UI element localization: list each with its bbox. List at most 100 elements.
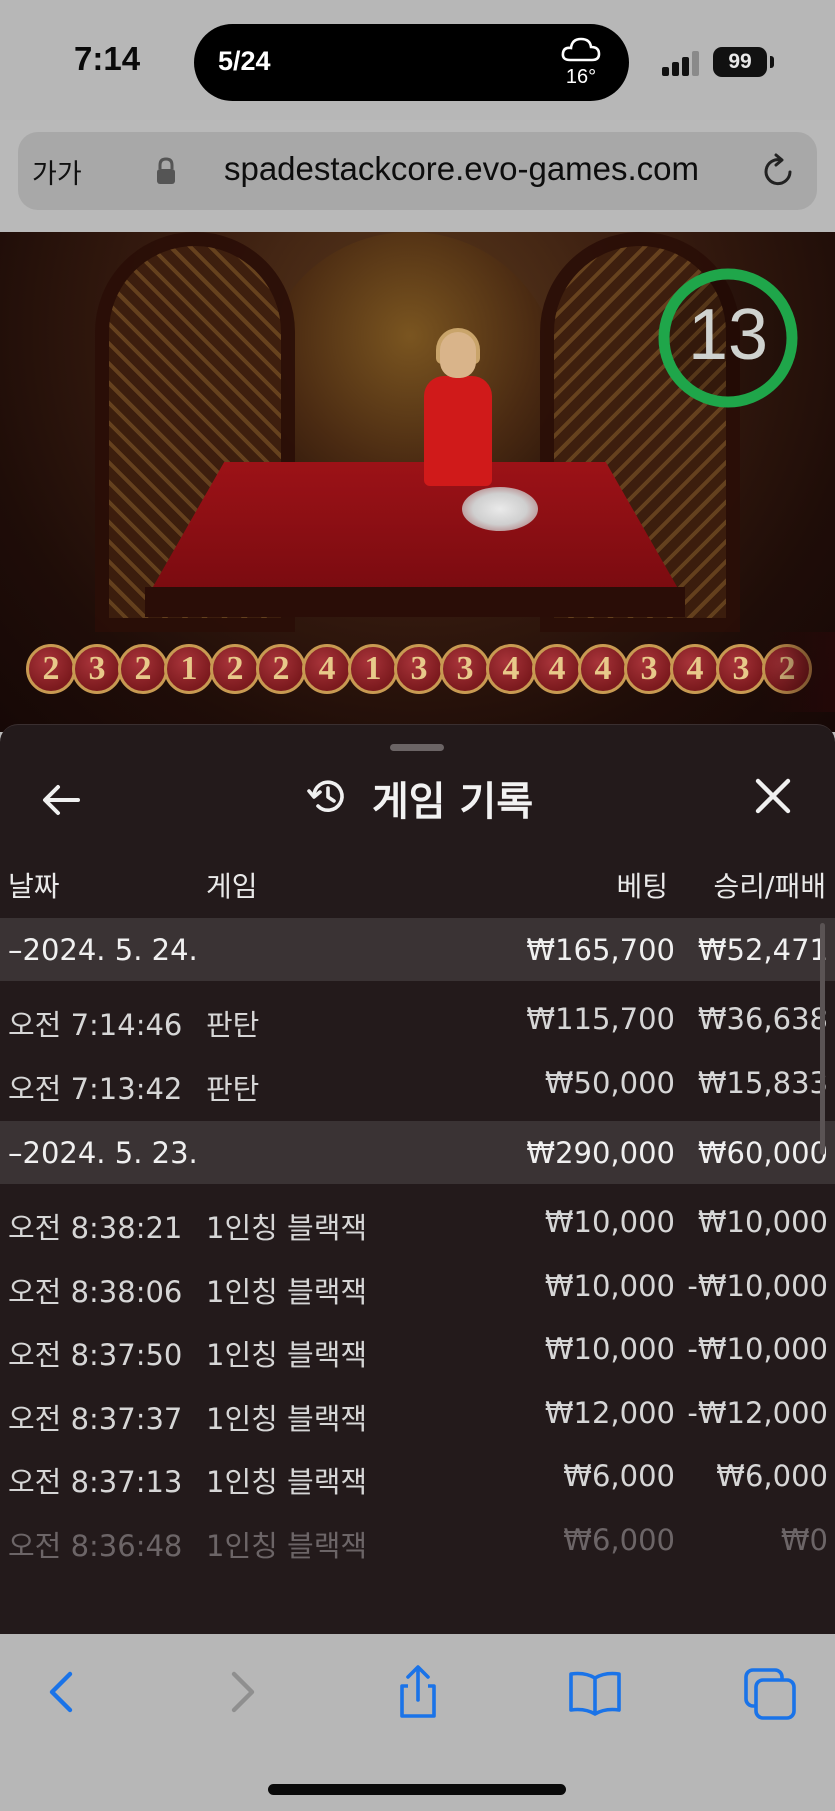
road-result-ball: 4 — [302, 644, 352, 694]
row-time: 오전 8:37:37 — [8, 1402, 183, 1436]
gaming-table-edge — [145, 587, 685, 617]
date-group-row[interactable]: –2024. 5. 24. ₩165,700 ₩52,471 — [0, 918, 835, 981]
road-result-ball: 4 — [486, 644, 536, 694]
battery-icon: 99 — [713, 47, 767, 77]
dealer — [418, 328, 498, 486]
road-result-ball: 2 — [210, 644, 260, 694]
row-bet: ₩12,000 — [544, 1396, 675, 1430]
row-win-loss: ₩0 — [780, 1523, 828, 1557]
history-row[interactable]: 오전 7:14:46 판탄 ₩115,700 ₩36,638 — [0, 987, 835, 1050]
video-back-wall — [260, 232, 560, 492]
history-row[interactable]: 오전 8:38:06 1인칭 블랙잭 ₩10,000 -₩10,000 — [0, 1254, 835, 1317]
row-time: 오전 8:37:13 — [8, 1465, 183, 1499]
group-date: –2024. 5. 23. — [8, 1136, 198, 1170]
row-win-loss: -₩12,000 — [687, 1396, 828, 1430]
history-clock-icon — [307, 780, 344, 812]
battery-nub — [770, 56, 774, 68]
road-result-ball: 4 — [670, 644, 720, 694]
group-win-loss-total: ₩52,471 — [697, 933, 828, 967]
url-text[interactable]: spadestackcore.evo-games.com — [174, 150, 749, 188]
row-bet: ₩50,000 — [544, 1066, 675, 1100]
reader-settings-button[interactable]: 가가 — [32, 152, 82, 191]
bead-bowl — [462, 487, 538, 531]
row-win-loss: ₩10,000 — [697, 1205, 828, 1239]
row-time: 오전 8:37:50 — [8, 1338, 183, 1372]
row-game: 1인칭 블랙잭 — [206, 1465, 368, 1499]
row-bet: ₩115,700 — [526, 1002, 675, 1036]
group-bet-total: ₩165,700 — [526, 933, 675, 967]
column-header-bet: 베팅 — [616, 870, 668, 903]
dynamic-island: 5/24 16° — [194, 24, 629, 101]
row-bet: ₩10,000 — [544, 1332, 675, 1366]
date-group-row[interactable]: –2024. 5. 23. ₩290,000 ₩60,000 — [0, 1121, 835, 1184]
row-time: 오전 8:38:06 — [8, 1275, 183, 1309]
share-icon[interactable] — [390, 1664, 446, 1720]
row-game: 1인칭 블랙잭 — [206, 1211, 368, 1245]
weather-widget: 16° — [559, 34, 603, 92]
road-result-ball: 4 — [532, 644, 582, 694]
column-header-win-loss: 승리/패배 — [713, 870, 826, 903]
tabs-icon[interactable] — [742, 1664, 798, 1720]
forward-chevron-icon[interactable] — [214, 1664, 270, 1720]
road-result-ball: 3 — [394, 644, 444, 694]
home-indicator[interactable] — [268, 1784, 566, 1795]
countdown-timer: 13 — [656, 266, 800, 410]
road-result-ball: 2 — [118, 644, 168, 694]
row-bet: ₩10,000 — [544, 1269, 675, 1303]
timer-value: 13 — [687, 295, 769, 375]
row-bet: ₩10,000 — [544, 1205, 675, 1239]
browser-toolbar — [0, 1634, 835, 1811]
column-header-game: 게임 — [206, 870, 258, 903]
road-result-ball: 2 — [256, 644, 306, 694]
road-result-ball: 3 — [72, 644, 122, 694]
row-game: 1인칭 블랙잭 — [206, 1402, 368, 1436]
row-game: 1인칭 블랙잭 — [206, 1529, 368, 1563]
road-result-ball: 3 — [716, 644, 766, 694]
history-row[interactable]: 오전 8:37:37 1인칭 블랙잭 ₩12,000 -₩12,000 — [0, 1381, 835, 1444]
weather-temp: 16° — [565, 66, 597, 88]
row-time: 오전 7:14:46 — [8, 1008, 183, 1042]
row-time: 오전 8:38:21 — [8, 1211, 183, 1245]
cloud-icon — [561, 37, 601, 62]
road-result-ball: 4 — [578, 644, 628, 694]
history-row[interactable]: 오전 8:36:48 1인칭 블랙잭 ₩6,000 ₩0 — [0, 1508, 835, 1571]
row-game: 1인칭 블랙잭 — [206, 1275, 368, 1309]
bookmarks-icon[interactable] — [567, 1664, 623, 1720]
row-win-loss: -₩10,000 — [687, 1269, 828, 1303]
history-row[interactable]: 오전 8:37:50 1인칭 블랙잭 ₩10,000 -₩10,000 — [0, 1317, 835, 1380]
group-win-loss-total: ₩60,000 — [697, 1136, 828, 1170]
back-chevron-icon[interactable] — [34, 1664, 90, 1720]
result-road: 23212241334443432 — [26, 644, 835, 700]
cell-signal-icon — [662, 50, 702, 76]
history-row[interactable]: 오전 8:37:13 1인칭 블랙잭 ₩6,000 ₩6,000 — [0, 1444, 835, 1507]
road-fade — [760, 632, 835, 712]
row-game: 판탄 — [206, 1072, 260, 1106]
live-video: 13 23212241334443432 — [0, 232, 835, 732]
road-result-ball: 1 — [348, 644, 398, 694]
status-time: 7:14 — [74, 40, 141, 77]
reload-icon[interactable] — [759, 152, 797, 190]
history-row[interactable]: 오전 8:38:21 1인칭 블랙잭 ₩10,000 ₩10,000 — [0, 1190, 835, 1253]
address-bar[interactable]: 가가 spadestackcore.evo-games.com — [18, 132, 817, 210]
column-header-date: 날짜 — [8, 870, 60, 903]
history-row[interactable]: 오전 7:13:42 판탄 ₩50,000 ₩15,833 — [0, 1051, 835, 1114]
road-result-ball: 3 — [440, 644, 490, 694]
group-bet-total: ₩290,000 — [526, 1136, 675, 1170]
road-result-ball: 1 — [164, 644, 214, 694]
gaming-table — [150, 462, 680, 592]
row-game: 판탄 — [206, 1008, 260, 1042]
row-win-loss: ₩15,833 — [697, 1066, 828, 1100]
close-icon[interactable] — [752, 775, 794, 817]
row-win-loss: ₩6,000 — [716, 1459, 828, 1493]
sheet-title: 게임 기록 — [372, 779, 534, 825]
row-time: 오전 7:13:42 — [8, 1072, 183, 1106]
group-date: –2024. 5. 24. — [8, 933, 198, 967]
status-bar: 7:14 5/24 16° 99 — [0, 0, 835, 120]
arrow-left-icon[interactable] — [40, 779, 82, 821]
history-scrollbar[interactable] — [820, 923, 825, 1155]
game-history-sheet: 게임 기록 날짜 게임 베팅 승리/패배 –2024. 5. 24. ₩165,… — [0, 724, 835, 1634]
row-win-loss: ₩36,638 — [697, 1002, 828, 1036]
sheet-handle[interactable] — [390, 744, 444, 751]
row-bet: ₩6,000 — [563, 1459, 675, 1493]
road-result-ball: 3 — [624, 644, 674, 694]
